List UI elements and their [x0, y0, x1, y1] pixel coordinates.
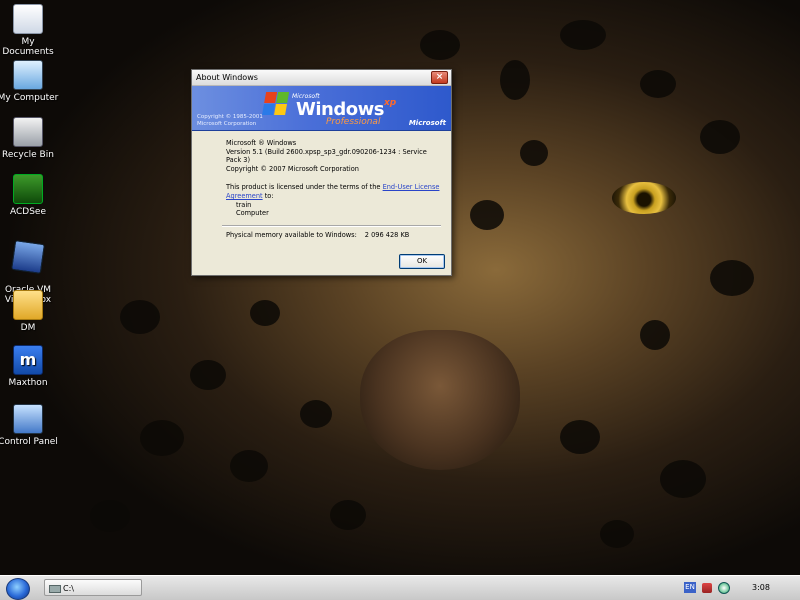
wallpaper-spot — [600, 520, 634, 548]
windows-flag-icon — [262, 92, 290, 116]
desktop-icon-recycle-bin[interactable]: Recycle Bin — [0, 117, 60, 160]
desktop-icon-my-computer[interactable]: My Computer — [0, 60, 60, 103]
volume-icon[interactable] — [702, 582, 712, 593]
banner-edition: Professional — [326, 117, 381, 127]
wallpaper-spot — [230, 450, 268, 482]
wallpaper-spot — [190, 360, 226, 390]
wallpaper-spot — [420, 30, 460, 60]
memory-value: 2 096 428 KB — [364, 230, 410, 239]
ok-button[interactable]: OK — [399, 254, 445, 269]
license-text: This product is licensed under the terms… — [226, 183, 440, 200]
wallpaper-spot — [560, 20, 606, 50]
dialog-title: About Windows — [196, 73, 258, 82]
memory-label: Physical memory available to Windows: — [226, 230, 357, 239]
wallpaper-spot — [500, 60, 530, 100]
wallpaper-nose — [360, 330, 520, 470]
taskbar: C:\ EN 3:08 — [0, 575, 800, 600]
licensee-user: train — [236, 200, 252, 209]
desktop-icon-control-panel[interactable]: Control Panel — [0, 404, 60, 447]
banner-xp-word: xp — [384, 98, 397, 108]
desktop-icon-label: My Documents — [2, 37, 54, 57]
close-icon: × — [435, 72, 444, 82]
about-windows-dialog: About Windows × Microsoft Windows xp Pro… — [191, 69, 452, 276]
desktop-icon-dm[interactable]: DM — [0, 290, 60, 333]
start-button[interactable] — [6, 578, 30, 600]
wallpaper-spot — [660, 460, 706, 498]
virtualbox-icon — [11, 240, 45, 274]
licensee-org: Computer — [236, 209, 269, 218]
version-text: Version 5.1 (Build 2600.xpsp_sp3_gdr.090… — [226, 147, 427, 165]
wallpaper-eye — [612, 182, 676, 214]
copyright-text: Copyright © 2007 Microsoft Corporation — [226, 164, 359, 173]
dialog-body: Microsoft ® Windows Version 5.1 (Build 2… — [192, 131, 451, 239]
desktop-icon-label: Control Panel — [0, 437, 58, 447]
documents-icon — [13, 4, 43, 34]
desktop-icon-maxthon[interactable]: m Maxthon — [0, 345, 60, 388]
acdsee-icon — [13, 174, 43, 204]
drive-icon — [49, 585, 61, 593]
wallpaper-spot — [640, 70, 676, 98]
desktop-icon-label: Recycle Bin — [2, 150, 54, 160]
desktop-icon-label: Maxthon — [8, 378, 48, 388]
taskbar-item-label: C:\ — [63, 584, 74, 593]
wallpaper-spot — [710, 260, 754, 296]
control-panel-icon — [13, 404, 43, 434]
wallpaper-spot — [330, 500, 366, 530]
memory-row: Physical memory available to Windows: 2 … — [226, 231, 441, 240]
banner-copyright: Copyright © 1985-2001 Microsoft Corporat… — [197, 114, 263, 127]
language-indicator[interactable]: EN — [684, 582, 696, 593]
wallpaper-spot — [640, 320, 670, 350]
clock[interactable]: 3:08 — [752, 583, 770, 592]
folder-icon — [13, 290, 43, 320]
network-icon[interactable] — [718, 581, 730, 594]
maxthon-icon: m — [13, 345, 43, 375]
wallpaper-spot — [520, 140, 548, 166]
wallpaper-spot — [140, 420, 184, 456]
close-button[interactable]: × — [431, 71, 448, 84]
wallpaper-spot — [560, 420, 600, 454]
wallpaper-spot — [250, 300, 280, 326]
wallpaper-spot — [470, 200, 504, 230]
windows-xp-banner: Microsoft Windows xp Professional Copyri… — [192, 86, 451, 131]
wallpaper-spot — [120, 300, 160, 334]
recycle-bin-icon — [13, 117, 43, 147]
system-tray: EN 3:08 — [684, 579, 796, 596]
desktop-icon-label: ACDSee — [10, 207, 46, 217]
taskbar-item-drive-c[interactable]: C:\ — [44, 579, 142, 596]
computer-icon — [13, 60, 43, 90]
microsoft-logo: Microsoft — [408, 119, 446, 127]
product-name: Microsoft ® Windows — [226, 139, 297, 147]
wallpaper-spot — [300, 400, 332, 428]
separator — [222, 224, 441, 227]
desktop-icon-acdsee[interactable]: ACDSee — [0, 174, 60, 217]
desktop-icon-label: My Computer — [0, 93, 59, 103]
wallpaper-spot — [700, 120, 740, 154]
desktop-icon-my-documents[interactable]: My Documents — [0, 4, 60, 57]
dialog-titlebar[interactable]: About Windows × — [192, 70, 451, 86]
wallpaper-spot — [90, 500, 130, 532]
desktop-icon-label: DM — [20, 323, 36, 333]
